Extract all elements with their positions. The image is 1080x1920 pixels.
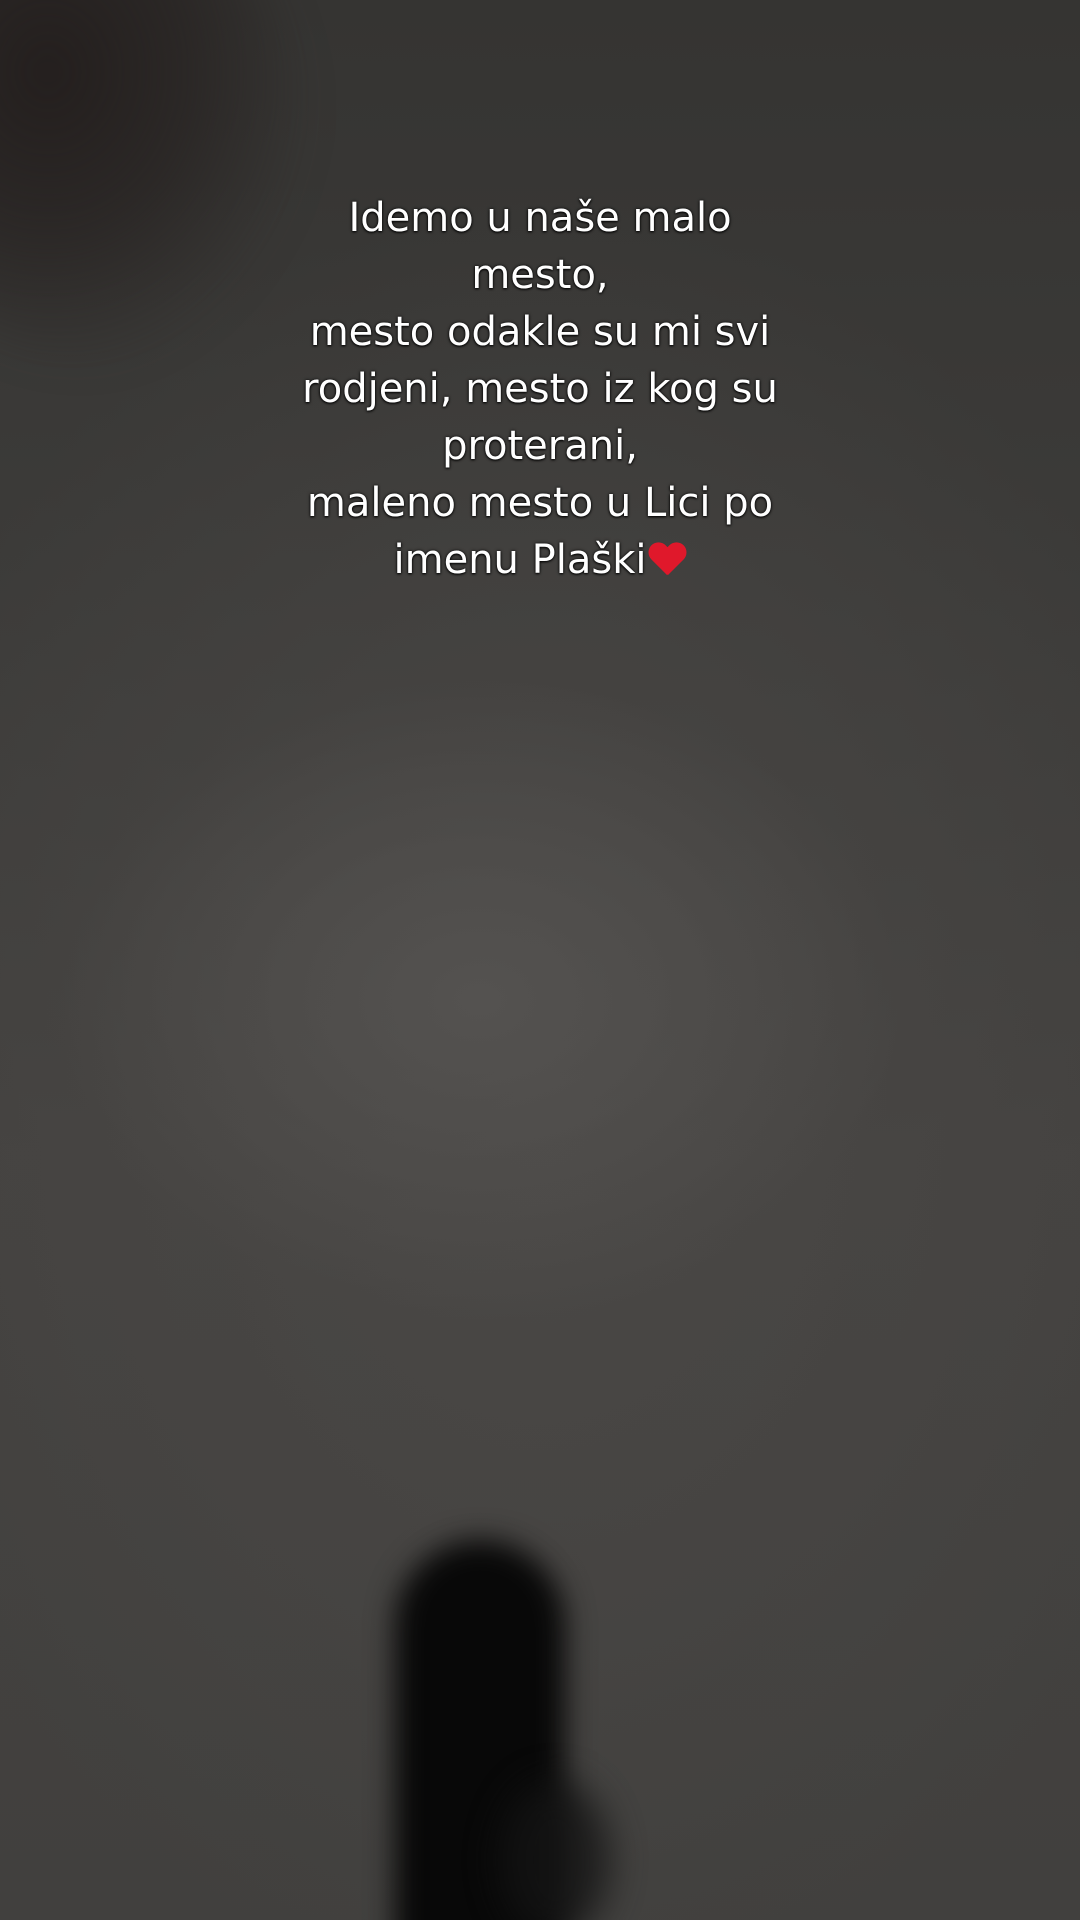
caption-line-7: imenu Plaški xyxy=(393,537,647,583)
caption-line-7-wrap: imenu Plaški xyxy=(240,532,840,589)
video-frame: Idemo u naše malo mesto, mesto odakle su… xyxy=(0,0,1080,1920)
caption-line-1: Idemo u naše malo xyxy=(348,195,732,241)
caption-line-3: mesto odakle su mi svi xyxy=(309,309,771,355)
caption-line-2: mesto, xyxy=(471,252,609,298)
dark-object-shadow xyxy=(500,1780,610,1920)
caption-text: Idemo u naše malo mesto, mesto odakle su… xyxy=(240,190,840,589)
heart-icon xyxy=(648,543,686,577)
caption-line-4: rodjeni, mesto iz kog su xyxy=(302,366,778,412)
caption-line-6: maleno mesto u Lici po xyxy=(306,480,774,526)
caption-line-5: proterani, xyxy=(442,423,638,469)
